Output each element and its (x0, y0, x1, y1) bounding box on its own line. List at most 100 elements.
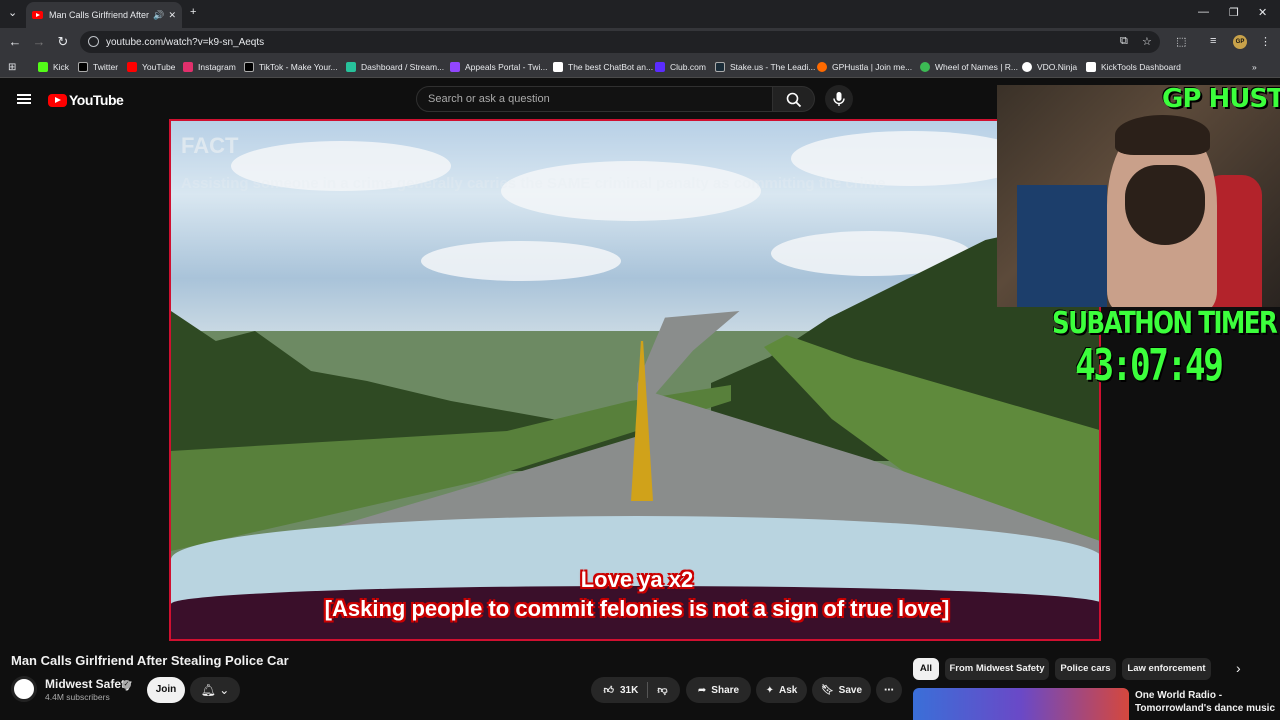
webcam-overlay (997, 85, 1280, 307)
more-horizontal-icon: ⋯ (884, 684, 894, 696)
share-button[interactable]: ➦ Share (686, 677, 751, 703)
gphustla-icon (817, 62, 827, 72)
video-title: Man Calls Girlfriend After Stealing Poli… (11, 653, 289, 668)
streamer-name-overlay: GP HUSTLA (1162, 84, 1280, 114)
maximize-icon[interactable]: ❐ (1229, 6, 1239, 19)
subathon-timer: 43:07:49 (1075, 340, 1224, 391)
chip-all[interactable]: All (913, 658, 939, 680)
wheel-icon (920, 62, 930, 72)
chevron-down-icon: ⌄ (219, 683, 230, 697)
club-icon (655, 62, 665, 72)
forward-arrow-icon[interactable]: → (31, 34, 47, 50)
url-input[interactable]: youtube.com/watch?v=k9-sn_Aeqts (80, 31, 1160, 53)
video-player[interactable]: FACT Assisting someone in a crime genera… (169, 119, 1101, 641)
back-arrow-icon[interactable]: ← (7, 34, 23, 50)
channel-name[interactable]: Midwest Safety (45, 677, 132, 691)
sparkle-icon: ✦ (765, 684, 775, 696)
recommended-title[interactable]: One World Radio - Tomorrowland's dance m… (1135, 689, 1275, 715)
bookmarks-bar: ⊞ Kick Twitter YouTube Instagram TikTok … (0, 56, 1280, 78)
join-button[interactable]: Join (147, 677, 185, 703)
reading-list-icon[interactable]: ≡ (1210, 35, 1216, 47)
twitter-icon (78, 62, 88, 72)
youtube-logo[interactable]: YouTube (48, 92, 124, 108)
window-close-icon[interactable]: ✕ (1258, 6, 1267, 19)
bookmark-instagram[interactable]: Instagram (183, 61, 236, 73)
share-icon: ➦ (697, 684, 707, 696)
search-icon (786, 92, 802, 108)
tab-title: Man Calls Girlfriend After St (49, 10, 150, 20)
more-bookmarks-icon[interactable]: » (1252, 61, 1257, 73)
bookmark-kicktools[interactable]: KickTools Dashboard (1086, 61, 1181, 73)
search-input[interactable]: Search or ask a question (416, 86, 773, 112)
bookmark-vdo-ninja[interactable]: VDO.Ninja (1022, 61, 1077, 73)
channel-avatar[interactable] (11, 676, 37, 702)
apps-grid-icon[interactable]: ⊞ (8, 61, 16, 73)
bookmark-gphustla[interactable]: GPHustla | Join me... (817, 61, 912, 73)
bell-icon: 🔔︎ (200, 683, 216, 697)
bookmark-kick[interactable]: Kick (38, 61, 69, 73)
dislike-button[interactable]: 👎︎ (657, 684, 667, 696)
youtube-favicon-icon (32, 11, 43, 19)
youtube-play-icon (48, 93, 67, 107)
divider (647, 682, 649, 698)
vdo-ninja-icon (1022, 62, 1032, 72)
youtube-wordmark: YouTube (69, 92, 124, 108)
chevron-right-icon[interactable]: › (1236, 660, 1241, 676)
chip-police-cars[interactable]: Police cars (1055, 658, 1116, 680)
bookmark-chatbot[interactable]: The best ChatBot an... (553, 61, 653, 73)
subscriber-count: 4.4M subscribers (45, 692, 110, 702)
profile-avatar[interactable]: GP (1233, 35, 1247, 49)
browser-tab-active[interactable]: Man Calls Girlfriend After St 🔊 ✕ (26, 2, 182, 28)
bookmark-dashboard[interactable]: Dashboard / Stream... (346, 61, 444, 73)
instagram-icon (183, 62, 193, 72)
bookmark-star-icon[interactable]: ☆ (1142, 35, 1152, 48)
streamer-hair (1115, 115, 1210, 155)
cast-icon[interactable]: ⧉ (1120, 35, 1128, 48)
bookmark-appeals[interactable]: Appeals Portal - Twi... (450, 61, 548, 73)
new-tab-icon[interactable]: + (190, 6, 196, 18)
tab-search-icon[interactable]: ⌄ (8, 6, 17, 19)
background-shelf (1017, 185, 1107, 307)
fact-heading: FACT (181, 133, 239, 158)
address-bar-row: ← → ↻ youtube.com/watch?v=k9-sn_Aeqts ⧉ … (0, 28, 1280, 56)
reload-icon[interactable]: ↻ (55, 34, 71, 50)
voice-search-button[interactable] (825, 85, 853, 113)
save-button[interactable]: 🔖︎ Save (812, 677, 871, 703)
search-button[interactable] (773, 86, 815, 112)
tiktok-icon (244, 62, 254, 72)
stake-icon (715, 62, 725, 72)
kick-icon (38, 62, 48, 72)
site-info-icon[interactable] (88, 36, 99, 47)
bookmark-twitter[interactable]: Twitter (78, 61, 118, 73)
chip-from-channel[interactable]: From Midwest Safety (945, 658, 1049, 680)
like-button[interactable]: 👍︎ 31K (604, 684, 639, 697)
tab-audio-icon[interactable]: 🔊 (153, 10, 164, 21)
chatbot-icon (553, 62, 563, 72)
tab-close-icon[interactable]: ✕ (168, 10, 176, 21)
bookmark-youtube[interactable]: YouTube (127, 61, 175, 73)
streamer-beard (1125, 165, 1205, 245)
bookmark-stake[interactable]: Stake.us - The Leadi... (715, 61, 815, 73)
kicktools-icon (1086, 62, 1096, 72)
extensions-icon[interactable]: ⬚ (1176, 35, 1186, 48)
ask-button[interactable]: ✦ Ask (756, 677, 807, 703)
chip-law-enforcement[interactable]: Law enforcement (1122, 658, 1211, 680)
browser-tab-strip: ⌄ Man Calls Girlfriend After St 🔊 ✕ + — … (0, 0, 1280, 28)
verified-check-icon: ✓ (122, 680, 131, 689)
chrome-menu-icon[interactable]: ⋮ (1260, 35, 1271, 48)
menu-icon[interactable] (17, 94, 31, 104)
bookmark-tiktok[interactable]: TikTok - Make Your... (244, 61, 338, 73)
subathon-label: SUBATHON TIMER (1052, 306, 1278, 341)
like-dislike-group: 👍︎ 31K 👎︎ (591, 677, 680, 703)
bookmark-wheel-of-names[interactable]: Wheel of Names | R... (920, 61, 1018, 73)
caption-line-2: [Asking people to commit felonies is not… (324, 596, 950, 621)
more-actions-button[interactable]: ⋯ (876, 677, 902, 703)
notification-bell-button[interactable]: 🔔︎ ⌄ (190, 677, 240, 703)
bookmark-icon: 🔖︎ (820, 684, 834, 696)
caption-line-1: Love ya x2 (580, 567, 694, 592)
recommended-thumbnail[interactable] (913, 688, 1129, 720)
twitch-icon (450, 62, 460, 72)
bookmark-club[interactable]: Club.com (655, 61, 706, 73)
minimize-icon[interactable]: — (1198, 6, 1209, 18)
url-text: youtube.com/watch?v=k9-sn_Aeqts (106, 36, 265, 48)
